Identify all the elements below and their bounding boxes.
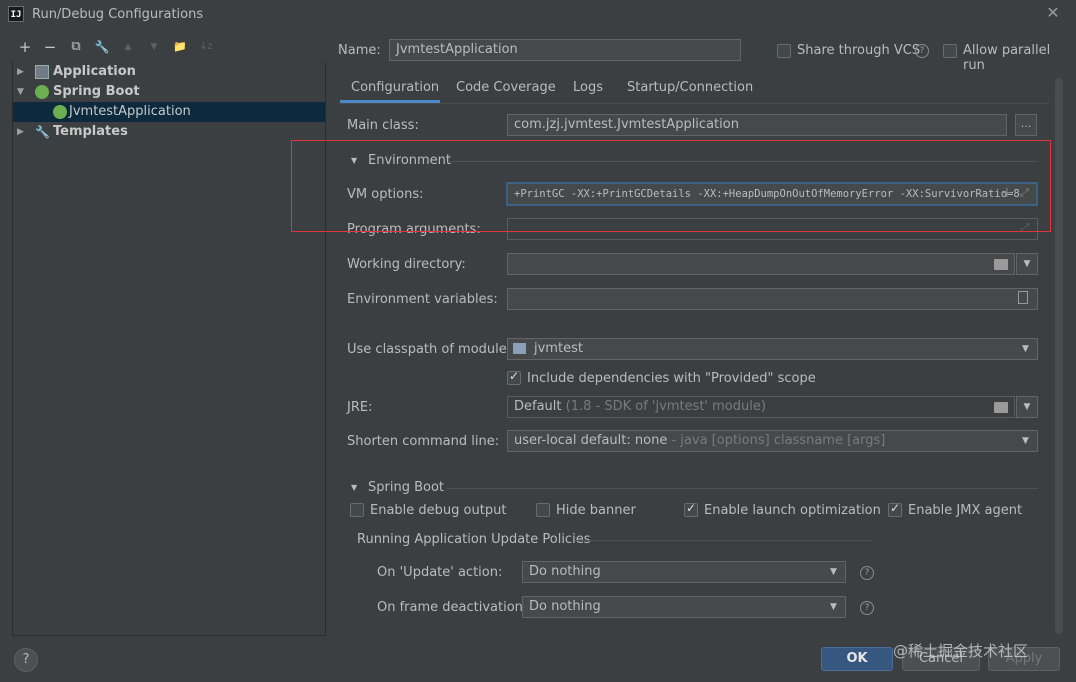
enable-jmx-agent-label: Enable JMX agent [908, 503, 1023, 518]
help-icon[interactable]: ? [915, 44, 929, 58]
window-title: Run/Debug Configurations [32, 7, 204, 22]
collapse-arrow-icon[interactable]: ▼ [17, 82, 27, 102]
tree-item-jvmtest-application[interactable]: JvmtestApplication [13, 102, 325, 122]
module-icon [513, 343, 526, 354]
hide-banner-label: Hide banner [556, 503, 636, 518]
document-icon[interactable] [1018, 291, 1028, 304]
shorten-hint: - java [options] classname [args] [671, 433, 886, 448]
enable-launch-optimization-checkbox[interactable] [684, 501, 698, 517]
chevron-down-icon[interactable]: ▼ [830, 567, 837, 577]
tab-logs[interactable]: Logs [573, 80, 603, 102]
on-update-action-label: On 'Update' action: [377, 565, 503, 580]
tree-item-templates[interactable]: ▶ 🔧 Templates [13, 122, 325, 142]
working-directory-input[interactable] [507, 253, 1015, 275]
chevron-down-icon[interactable]: ▼ [830, 602, 837, 612]
tree-item-spring-boot[interactable]: ▼ Spring Boot [13, 82, 325, 102]
share-vcs-checkbox[interactable] [777, 44, 791, 58]
main-class-input[interactable]: com.jzj.jvmtest.JvmtestApplication [507, 114, 1007, 136]
allow-parallel-checkbox[interactable] [943, 44, 957, 58]
spring-boot-section-title: Spring Boot [368, 480, 445, 495]
name-input[interactable]: JvmtestApplication [389, 39, 741, 61]
folder-icon[interactable]: 📁 [171, 38, 189, 56]
jre-input[interactable]: Default (1.8 - SDK of 'jvmtest' module) [507, 396, 1015, 418]
on-frame-deactivation-select[interactable]: Do nothing [522, 596, 846, 618]
name-label: Name: [338, 43, 381, 58]
watermark: @稀土掘金技术社区 [893, 642, 1029, 660]
collapse-arrow-icon[interactable]: ▼ [351, 483, 357, 492]
sort-icon[interactable]: ↓z [197, 38, 215, 56]
intellij-icon: IJ [8, 6, 24, 22]
classpath-module-label: Use classpath of module: [347, 342, 512, 357]
expand-arrow-icon[interactable]: ▶ [17, 62, 27, 82]
tree-item-label: JvmtestApplication [69, 104, 191, 119]
application-icon [35, 65, 49, 79]
expand-arrow-icon[interactable]: ▶ [17, 122, 27, 142]
config-tree: ▶ Application ▼ Spring Boot JvmtestAppli… [12, 62, 326, 636]
working-directory-label: Working directory: [347, 257, 466, 272]
browse-button[interactable]: ... [1015, 114, 1037, 136]
wrench-icon[interactable]: 🔧 [93, 38, 111, 56]
enable-launch-optimization-label: Enable launch optimization [704, 503, 881, 518]
tab-configuration[interactable]: Configuration [351, 80, 439, 102]
main-class-label: Main class: [347, 118, 419, 133]
enable-debug-output-checkbox[interactable] [350, 503, 364, 517]
on-update-action-select[interactable]: Do nothing [522, 561, 846, 583]
spring-boot-icon [35, 85, 49, 99]
highlight-box [291, 140, 1051, 232]
shorten-command-line-label: Shorten command line: [347, 434, 500, 449]
include-dependencies-checkbox[interactable] [507, 369, 521, 385]
tree-item-label: Templates [53, 124, 128, 139]
spring-boot-icon [53, 105, 67, 119]
vertical-scrollbar[interactable] [1055, 78, 1063, 634]
section-divider [446, 488, 1038, 489]
copy-icon[interactable]: ⧉ [67, 38, 85, 56]
help-button[interactable]: ? [14, 648, 38, 672]
section-divider [575, 540, 872, 541]
enable-jmx-agent-checkbox[interactable] [888, 501, 902, 517]
move-down-icon[interactable]: ▼ [145, 38, 163, 56]
classpath-module-select[interactable]: jvmtest [507, 338, 1038, 360]
jre-label: JRE: [347, 400, 373, 415]
chevron-down-icon[interactable]: ▼ [1022, 344, 1029, 354]
tab-startup-connection[interactable]: Startup/Connection [627, 80, 753, 102]
shorten-value: user-local default: none [514, 433, 668, 448]
include-dependencies-label: Include dependencies with "Provided" sco… [527, 371, 816, 386]
tree-item-application[interactable]: ▶ Application [13, 62, 325, 82]
on-frame-deactivation-label: On frame deactivation: [377, 600, 528, 615]
jre-value: Default [514, 399, 562, 414]
ok-button[interactable]: OK [821, 647, 893, 671]
enable-debug-output-label: Enable debug output [370, 503, 507, 518]
allow-parallel-label: Allow parallel run [963, 43, 1051, 73]
move-up-icon[interactable]: ▲ [119, 38, 137, 56]
help-icon[interactable]: ? [860, 566, 874, 580]
tab-divider [338, 103, 1050, 104]
environment-variables-input[interactable] [507, 288, 1038, 310]
tree-item-label: Spring Boot [53, 84, 140, 99]
jre-dropdown-button[interactable]: ▼ [1016, 396, 1038, 418]
chevron-down-icon[interactable]: ▼ [1022, 436, 1029, 446]
shorten-command-line-select[interactable]: user-local default: none - java [options… [507, 430, 1038, 452]
update-policies-title: Running Application Update Policies [357, 532, 591, 547]
tree-item-label: Application [53, 64, 136, 79]
help-icon[interactable]: ? [860, 601, 874, 615]
working-directory-dropdown-button[interactable]: ▼ [1016, 253, 1038, 275]
hide-banner-checkbox[interactable] [536, 503, 550, 517]
folder-icon[interactable] [994, 402, 1008, 413]
environment-variables-label: Environment variables: [347, 292, 498, 307]
add-icon[interactable]: + [16, 38, 34, 56]
close-icon[interactable]: ✕ [1044, 4, 1062, 22]
share-vcs-label: Share through VCS [797, 43, 921, 58]
remove-icon[interactable]: − [41, 38, 59, 56]
wrench-icon: 🔧 [35, 125, 50, 139]
jre-hint: (1.8 - SDK of 'jvmtest' module) [565, 399, 766, 414]
tab-code-coverage[interactable]: Code Coverage [456, 80, 556, 102]
folder-icon[interactable] [994, 259, 1008, 270]
